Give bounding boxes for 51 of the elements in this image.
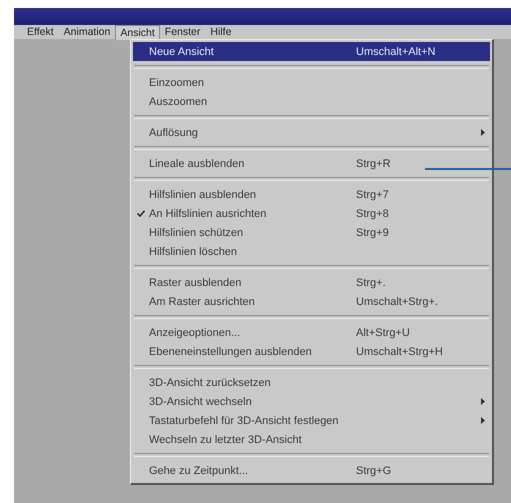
- menu-item-label: Einzoomen: [149, 76, 206, 88]
- shortcut-text: Umschalt+Strg+H: [356, 346, 443, 358]
- shortcut-text: Strg+R: [356, 158, 391, 170]
- menu-item[interactable]: Raster ausblenden Strg+.: [133, 273, 490, 292]
- menu-item-label: Gehe zu Zeitpunkt...: [149, 464, 250, 476]
- menu-item-label: Neue Ansicht: [149, 46, 215, 58]
- menu-item[interactable]: Lineale ausblenden Strg+R: [133, 154, 490, 173]
- menu-item[interactable]: Hilfslinien ausblenden Strg+7: [133, 185, 490, 204]
- menu-item-label: Tastaturbefehl für 3D-Ansicht festlegen: [149, 414, 340, 426]
- menu-item[interactable]: Anzeigeoptionen... Alt+Strg+U: [133, 323, 490, 342]
- menu-title[interactable]: Ansicht: [115, 24, 160, 40]
- shortcut-text: Strg+8: [356, 208, 389, 220]
- menu-title[interactable]: Fenster: [160, 24, 206, 40]
- shortcut-text: Strg+7: [356, 188, 389, 200]
- menu-item[interactable]: Ebeneneinstellungen ausblenden Umschalt+Strg+H: [133, 342, 490, 361]
- menu-item[interactable]: Auflösung: [133, 123, 490, 142]
- menu-item-label: An Hilfslinien ausrichten: [149, 208, 268, 220]
- menu-item-label: Ebeneneinstellungen ausblenden: [149, 346, 313, 358]
- menu-item-label: Am Raster ausrichten: [149, 296, 256, 308]
- menu-item-label: Auszoomen: [149, 96, 208, 108]
- menu-item[interactable]: Hilfslinien löschen: [133, 242, 490, 261]
- menu-item[interactable]: Wechseln zu letzter 3D-Ansicht: [133, 430, 490, 449]
- menu-item[interactable]: Einzoomen: [133, 73, 490, 92]
- menu-title[interactable]: Hilfe: [205, 24, 236, 40]
- shortcut-text: Umschalt+Strg+.: [356, 296, 438, 308]
- shortcut-text: Strg+9: [356, 226, 389, 238]
- menu-item[interactable]: Neue Ansicht Umschalt+Alt+N: [133, 42, 490, 61]
- menu-item-label: Hilfslinien schützen: [149, 226, 244, 238]
- menu-item-label: Anzeigeoptionen...: [149, 326, 242, 338]
- menu-item-label: 3D-Ansicht zurücksetzen: [149, 376, 272, 388]
- menu-item-label: Auflösung: [149, 126, 199, 138]
- menu-title[interactable]: Animation: [58, 24, 116, 40]
- menu-title[interactable]: Effekt: [22, 24, 59, 40]
- menu-item-label: Hilfslinien löschen: [149, 246, 238, 258]
- menu-item[interactable]: 3D-Ansicht wechseln: [133, 392, 490, 411]
- shortcut-text: Strg+.: [356, 276, 386, 288]
- menu-item-label: Wechseln zu letzter 3D-Ansicht: [149, 434, 303, 446]
- menu-item-label: Lineale ausblenden: [149, 158, 246, 170]
- menu-item[interactable]: Auszoomen: [133, 92, 490, 111]
- shortcut-text: Alt+Strg+U: [356, 326, 410, 338]
- menu-item-label: 3D-Ansicht wechseln: [149, 396, 253, 408]
- menu-item[interactable]: Gehe zu Zeitpunkt... Strg+G: [133, 461, 490, 480]
- shortcut-text: Strg+G: [356, 464, 392, 476]
- menu-item[interactable]: Am Raster ausrichten Umschalt+Strg+.: [133, 292, 490, 311]
- menu-item[interactable]: An Hilfslinien ausrichten Strg+8: [133, 204, 490, 223]
- menu-item[interactable]: Hilfslinien schützen Strg+9: [133, 223, 490, 242]
- menu-item-label: Raster ausblenden: [149, 276, 242, 288]
- menu-item[interactable]: 3D-Ansicht zurücksetzen: [133, 373, 490, 392]
- shortcut-text: Umschalt+Alt+N: [356, 46, 436, 58]
- menu-item[interactable]: Tastaturbefehl für 3D-Ansicht festlegen: [133, 411, 490, 430]
- menu-item-label: Hilfslinien ausblenden: [149, 188, 258, 200]
